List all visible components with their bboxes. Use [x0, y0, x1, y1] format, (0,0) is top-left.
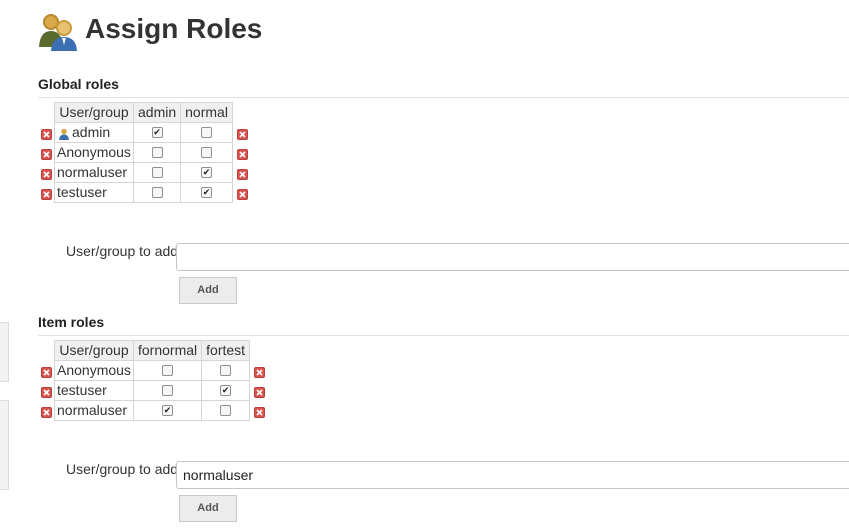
role-checkbox[interactable]: ✔: [201, 186, 213, 198]
role-checkbox-cell: [201, 360, 251, 381]
table-header-row: User/group fornormal fortest: [54, 340, 251, 361]
delete-row-icon[interactable]: [236, 167, 248, 180]
delete-row-icon[interactable]: [236, 147, 248, 160]
column-header-role: admin: [132, 102, 182, 123]
role-checkbox[interactable]: [220, 364, 232, 376]
role-checkbox[interactable]: ✔: [151, 126, 163, 138]
user-group-cell: testuser: [54, 380, 134, 401]
role-checkbox-cell: ✔: [180, 182, 233, 203]
table-row: admin ✔: [54, 122, 233, 143]
role-checkbox[interactable]: [201, 146, 213, 158]
item-roles-table: User/group fornormal fortest Anonymous te…: [54, 340, 251, 421]
role-checkbox-cell: ✔: [132, 122, 182, 143]
role-checkbox-cell: [132, 142, 182, 163]
role-checkbox-cell: [180, 142, 233, 163]
delete-row-icon[interactable]: [41, 147, 52, 160]
user-group-cell: Anonymous: [54, 360, 134, 381]
item-user-group-input[interactable]: [176, 461, 849, 489]
role-checkbox-cell: [132, 380, 203, 401]
user-group-name: Anonymous: [57, 144, 131, 160]
role-checkbox-cell: [201, 400, 251, 421]
role-checkbox[interactable]: [151, 186, 163, 198]
table-row: Anonymous: [54, 142, 233, 163]
global-roles-table: User/group admin normal admin ✔ Anonymous n…: [54, 102, 233, 203]
delete-row-icon[interactable]: [41, 167, 52, 180]
delete-row-icon[interactable]: [41, 187, 52, 200]
item-add-button[interactable]: Add: [179, 495, 237, 522]
role-checkbox-cell: ✔: [201, 380, 251, 401]
delete-row-icon[interactable]: [254, 385, 266, 398]
table-row: testuser ✔: [54, 182, 233, 203]
role-checkbox[interactable]: [162, 384, 174, 396]
delete-row-icon[interactable]: [41, 365, 52, 378]
user-icon: [58, 126, 70, 141]
user-group-name: normaluser: [57, 164, 128, 180]
delete-row-icon[interactable]: [254, 365, 266, 378]
delete-row-icon[interactable]: [41, 405, 52, 418]
user-group-name: testuser: [57, 184, 107, 200]
role-checkbox-cell: ✔: [132, 400, 203, 421]
user-group-cell: admin: [54, 122, 134, 143]
role-checkbox[interactable]: ✔: [162, 404, 174, 416]
side-panel-fragment: [0, 400, 9, 490]
table-header-row: User/group admin normal: [54, 102, 233, 123]
column-header-role: fortest: [201, 340, 251, 361]
role-checkbox-cell: [180, 122, 233, 143]
role-checkbox-cell: [132, 182, 182, 203]
role-checkbox[interactable]: [151, 146, 163, 158]
global-add-button[interactable]: Add: [179, 277, 237, 304]
role-checkbox[interactable]: ✔: [201, 166, 213, 178]
role-checkbox[interactable]: [162, 364, 174, 376]
section-divider: [38, 97, 849, 98]
column-header-user-group: User/group: [54, 340, 134, 361]
user-group-cell: normaluser: [54, 162, 134, 183]
user-group-icon: [39, 14, 77, 51]
user-group-name: admin: [72, 124, 111, 140]
global-add-label: User/group to add: [66, 243, 179, 259]
table-row: normaluser ✔: [54, 400, 251, 421]
role-checkbox[interactable]: [201, 126, 213, 138]
role-checkbox-cell: [132, 360, 203, 381]
user-group-name: testuser: [57, 382, 107, 398]
delete-row-icon[interactable]: [236, 187, 248, 200]
table-row: testuser ✔: [54, 380, 251, 401]
role-checkbox[interactable]: [151, 166, 163, 178]
user-group-name: normaluser: [57, 402, 128, 418]
column-header-user-group: User/group: [54, 102, 134, 123]
table-row: Anonymous: [54, 360, 251, 381]
user-group-cell: testuser: [54, 182, 134, 203]
delete-row-icon[interactable]: [236, 127, 248, 140]
section-divider: [38, 335, 849, 336]
delete-row-icon[interactable]: [41, 385, 52, 398]
page-title: Assign Roles: [85, 13, 263, 44]
item-add-label: User/group to add: [66, 461, 179, 477]
user-group-cell: normaluser: [54, 400, 134, 421]
role-checkbox-cell: [132, 162, 182, 183]
role-checkbox[interactable]: ✔: [220, 384, 232, 396]
column-header-role: fornormal: [132, 340, 203, 361]
item-roles-heading: Item roles: [38, 314, 105, 330]
delete-row-icon[interactable]: [41, 127, 52, 140]
user-group-name: Anonymous: [57, 362, 131, 378]
global-user-group-input[interactable]: [176, 243, 849, 271]
global-roles-heading: Global roles: [38, 76, 119, 92]
role-checkbox[interactable]: [220, 404, 232, 416]
column-header-role: normal: [180, 102, 233, 123]
role-checkbox-cell: ✔: [180, 162, 233, 183]
user-group-cell: Anonymous: [54, 142, 134, 163]
side-panel-fragment: [0, 322, 9, 382]
delete-row-icon[interactable]: [254, 405, 266, 418]
table-row: normaluser ✔: [54, 162, 233, 183]
